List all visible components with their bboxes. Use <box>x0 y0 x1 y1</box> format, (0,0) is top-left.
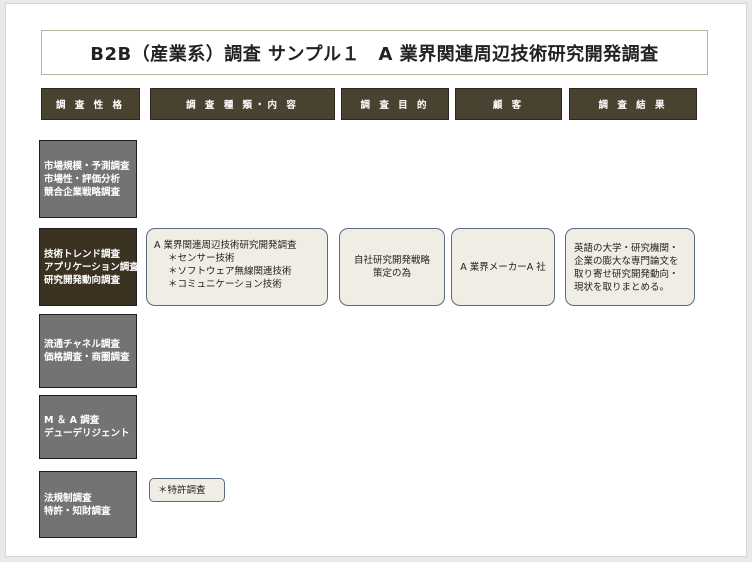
list-item: ＊コミュニケーション技術 <box>168 279 282 290</box>
category-distribution-price: 流通チャネル調査 価格調査・商圏調査 <box>39 314 137 388</box>
slide: B2B（産業系）調査 サンプル１ A 業界関連周辺技術研究開発調査 調 査 性 … <box>5 3 747 557</box>
purpose-card: 自社研究開発戦略 策定の為 <box>339 228 445 306</box>
header-purpose: 調 査 目 的 <box>341 88 449 120</box>
header-type-content: 調 査 種 類・内 容 <box>150 88 335 120</box>
result-card: 英語の大学・研究機関・ 企業の膨大な専門論文を 取り寄せ研究開発動向・ 現状を取… <box>565 228 695 306</box>
category-legal-patent: 法規制調査 特許・知財調査 <box>39 471 137 538</box>
customer-card: A 業界メーカーA 社 <box>451 228 555 306</box>
tech-content-list: ＊センサー技術 ＊ソフトウェア無線関連技術 ＊コミュニケーション技術 <box>154 252 321 291</box>
header-customer: 顧 客 <box>455 88 562 120</box>
patent-content-card: ＊特許調査 <box>149 478 225 502</box>
header-result: 調 査 結 果 <box>569 88 697 120</box>
category-ma: M ＆ A 調査 デューデリジェント <box>39 395 137 459</box>
header-nature: 調 査 性 格 <box>41 88 140 120</box>
tech-content-title: A 業界関連周辺技術研究開発調査 <box>154 240 297 251</box>
tech-content-card: A 業界関連周辺技術研究開発調査 ＊センサー技術 ＊ソフトウェア無線関連技術 ＊… <box>146 228 328 306</box>
page-title: B2B（産業系）調査 サンプル１ A 業界関連周辺技術研究開発調査 <box>41 30 708 75</box>
category-tech-trend: 技術トレンド調査 アプリケーション調査 研究開発動向調査 <box>39 228 139 306</box>
list-item: ＊ソフトウェア無線関連技術 <box>168 266 292 277</box>
list-item: ＊センサー技術 <box>168 253 235 264</box>
category-market-research: 市場規模・予測調査 市場性・評価分析 競合企業戦略調査 <box>39 140 137 218</box>
